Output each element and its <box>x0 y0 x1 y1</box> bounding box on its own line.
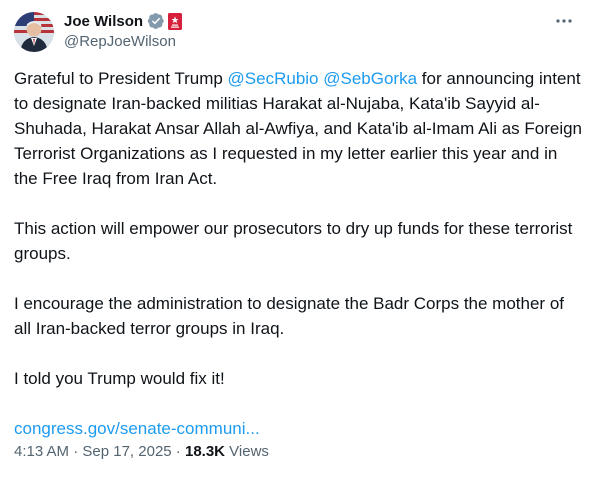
name-row: Joe Wilson <box>64 11 183 31</box>
display-name[interactable]: Joe Wilson <box>64 13 143 30</box>
tweet-paragraph-2: This action will empower our prosecutors… <box>14 219 573 263</box>
mention-sebgorka[interactable]: @SebGorka <box>323 69 417 88</box>
handle[interactable]: @RepJoeWilson <box>64 33 182 50</box>
avatar[interactable] <box>14 12 54 52</box>
tweet-text: Grateful to President Trump @SecRubio @S… <box>14 66 582 466</box>
separator: · <box>69 443 83 460</box>
tweet-meta: 4:13 AM · Sep 17, 2025 · 18.3K Views <box>14 443 269 460</box>
tweet-card: Joe Wilson @RepJoeWilson Grateful to Pre… <box>0 0 596 477</box>
verified-badge-icon[interactable] <box>147 12 165 30</box>
avatar-image <box>14 12 54 52</box>
congress-link[interactable]: congress.gov/senate-communi... <box>14 419 260 438</box>
more-dots-icon <box>556 19 572 23</box>
author-names: Joe Wilson @RepJoeWilson <box>64 11 183 50</box>
tweet-link-paragraph: congress.gov/senate-communi... <box>14 416 582 441</box>
mention-secrubio[interactable]: @SecRubio <box>228 69 319 88</box>
tweet-time[interactable]: 4:13 AM <box>14 443 69 460</box>
views-label: Views <box>225 443 269 460</box>
tweet-date[interactable]: Sep 17, 2025 <box>82 443 171 460</box>
more-options-button[interactable] <box>550 10 578 32</box>
tweet-header: Joe Wilson @RepJoeWilson <box>14 10 582 52</box>
views-count[interactable]: 18.3K <box>185 443 225 460</box>
tweet-paragraph-3: I encourage the administration to design… <box>14 294 564 338</box>
separator: · <box>171 443 185 460</box>
text-segment: Grateful to President Trump <box>14 69 228 88</box>
affiliate-badge-icon[interactable] <box>168 12 183 30</box>
tweet-paragraph-4: I told you Trump would fix it! <box>14 369 225 388</box>
tweet-paragraph-1: Grateful to President Trump @SecRubio @S… <box>14 66 582 191</box>
